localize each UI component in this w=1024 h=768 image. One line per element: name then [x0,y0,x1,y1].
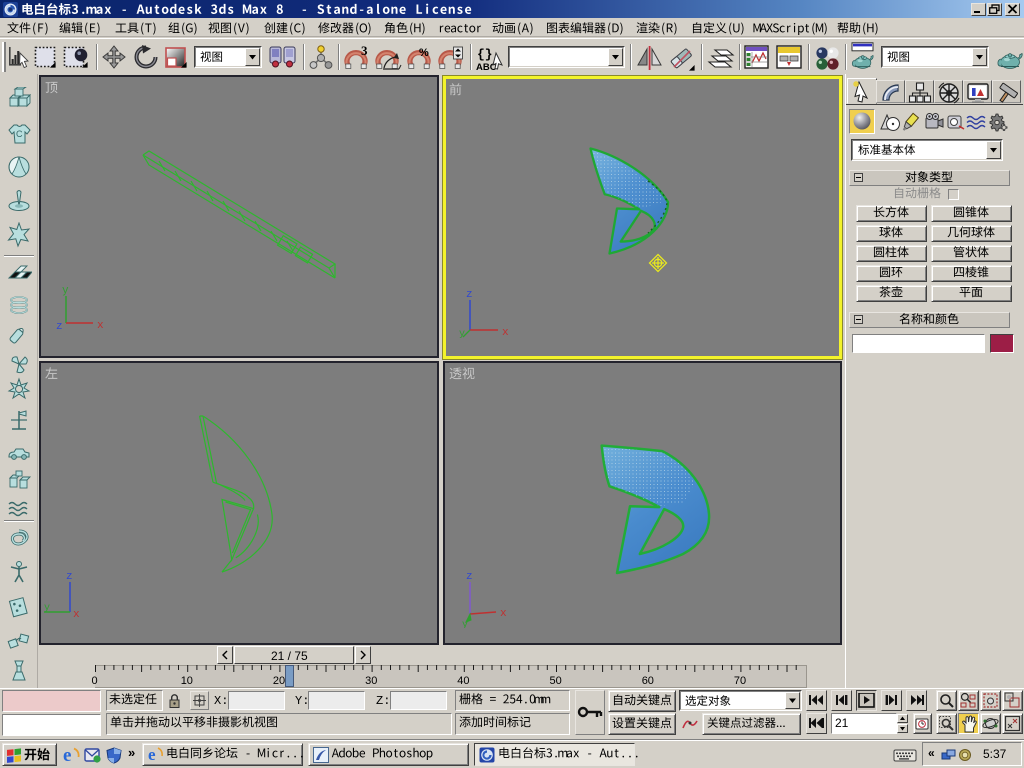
svg-text:y: y [44,603,50,614]
svg-text:3: 3 [361,45,368,58]
svg-text:0: 0 [92,675,98,687]
svg-text:{}: {} [477,47,493,62]
svg-text:y: y [62,285,69,297]
svg-text:10: 10 [181,675,193,687]
svg-text:x: x [500,608,507,620]
svg-text:y: y [462,620,468,628]
svg-text:x: x [97,320,104,332]
svg-text:C: C [16,129,23,139]
svg-text:x: x [502,327,509,339]
svg-text:z: z [56,321,63,333]
svg-text:60: 60 [642,675,654,687]
svg-text:20: 20 [273,675,285,687]
svg-text:e: e [148,746,156,763]
svg-text:x: x [73,609,80,621]
svg-text:70: 70 [734,675,746,687]
svg-text:y: y [459,329,465,340]
svg-text:40: 40 [457,675,469,687]
svg-text:50: 50 [550,675,562,687]
svg-text:30: 30 [365,675,377,687]
svg-text:z: z [466,289,473,301]
svg-text:e: e [63,746,71,764]
svg-text:%: % [419,47,429,59]
svg-text:z: z [466,571,473,583]
svg-text:z: z [66,571,73,583]
